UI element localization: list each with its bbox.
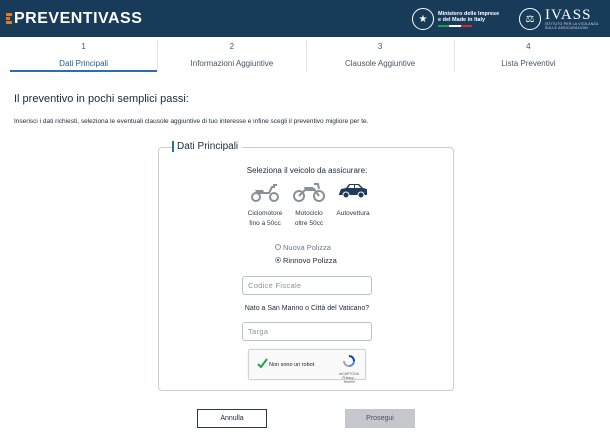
ivass-subtitle: ISTITUTO PER LA VIGILANZA SULLE ASSICURA… <box>545 22 599 30</box>
vehicle-label-line1: Autovettura <box>336 210 370 217</box>
vehicle-selector-title: Seleziona il veicolo da assicurare: <box>246 166 368 175</box>
step-label: Informazioni Aggiuntive <box>190 59 274 68</box>
ivass-emblem-icon: ⚖ <box>519 8 541 30</box>
radio-nuova-polizza[interactable]: Nuova Polizza <box>275 241 337 253</box>
vehicle-label-line2: fino a 50cc <box>249 220 281 227</box>
republic-emblem-icon: ★ <box>412 8 434 30</box>
car-icon <box>339 184 367 199</box>
wizard-steps: 1 Dati Principali 2 Informazioni Aggiunt… <box>10 40 602 72</box>
recaptcha-links[interactable]: Privacy - Termini <box>339 376 359 384</box>
step-number: 4 <box>526 42 531 51</box>
dati-principali-form: Dati Principali Seleziona il veicolo da … <box>158 141 454 391</box>
ivass-text: IVASS <box>545 7 592 23</box>
vehicle-selector: Ciclomotore fino a 50cc Motociclo oltre … <box>243 180 375 229</box>
cancel-button[interactable]: Annulla <box>197 409 267 428</box>
app-header: PREVENTIVASS ★ Ministero delle Imprese e… <box>0 0 610 37</box>
vehicle-option-autovettura[interactable]: Autovettura <box>331 180 375 229</box>
recaptcha-widget[interactable]: Non sono un robot reCAPTCHA Privacy - Te… <box>248 349 366 384</box>
step-dati-principali[interactable]: 1 Dati Principali <box>10 40 159 72</box>
logo-mark-icon <box>6 12 13 26</box>
step-number: 1 <box>81 42 86 51</box>
logo-text: PREVENTIVASS <box>14 10 143 27</box>
italian-flag-bar <box>438 25 472 27</box>
page-subtitle: Inserisci i dati richiesti, seleziona le… <box>14 118 369 125</box>
radio-button[interactable] <box>275 257 281 263</box>
vehicle-option-ciclomotore[interactable]: Ciclomotore fino a 50cc <box>243 180 287 229</box>
form-legend: Dati Principali <box>172 141 243 152</box>
radio-rinnovo-polizza[interactable]: Rinnovo Polizza <box>275 254 337 266</box>
moped-icon <box>251 184 279 202</box>
step-number: 3 <box>377 42 383 51</box>
radio-button[interactable] <box>275 244 281 250</box>
step-label: Lista Preventivi <box>501 59 556 68</box>
codice-fiscale-input[interactable] <box>242 276 372 295</box>
checkmark-icon[interactable] <box>257 358 268 369</box>
step-number: 2 <box>229 42 235 51</box>
radio-label: Nuova Polizza <box>283 242 331 252</box>
recaptcha-logo: reCAPTCHA Privacy - Termini <box>339 354 359 384</box>
page-title: Il preventivo in pochi semplici passi: <box>14 93 189 105</box>
ministry-line2: e del Made in Italy <box>438 17 486 23</box>
vehicle-label-line2: oltre 50cc <box>294 220 324 227</box>
recaptcha-icon <box>343 355 355 367</box>
ivass-logo: ⚖ IVASS ISTITUTO PER LA VIGILANZA SULLE … <box>519 5 610 33</box>
nato-question: Nato a San Marino o Città del Vaticano? <box>244 305 370 312</box>
ministry-logo: ★ Ministero delle Imprese e del Made in … <box>412 5 499 33</box>
step-label: Clausole Aggiuntive <box>344 59 416 68</box>
step-label: Dati Principali <box>59 59 109 68</box>
targa-input[interactable] <box>242 322 372 341</box>
step-informazioni-aggiuntive[interactable]: 2 Informazioni Aggiuntive <box>158 40 307 72</box>
step-clausole-aggiuntive[interactable]: 3 Clausole Aggiuntive <box>307 40 455 72</box>
next-button[interactable]: Prosegui <box>345 409 415 428</box>
policy-type-group: Nuova Polizza Rinnovo Polizza <box>275 241 337 267</box>
preventivass-logo[interactable]: PREVENTIVASS <box>6 9 142 29</box>
captcha-label: Non sono un robot <box>269 362 315 368</box>
radio-label: Rinnovo Polizza <box>283 255 337 265</box>
step-lista-preventivi[interactable]: 4 Lista Preventivi <box>455 40 602 72</box>
motorcycle-icon <box>293 183 325 202</box>
vehicle-option-motociclo[interactable]: Motociclo oltre 50cc <box>287 180 331 229</box>
